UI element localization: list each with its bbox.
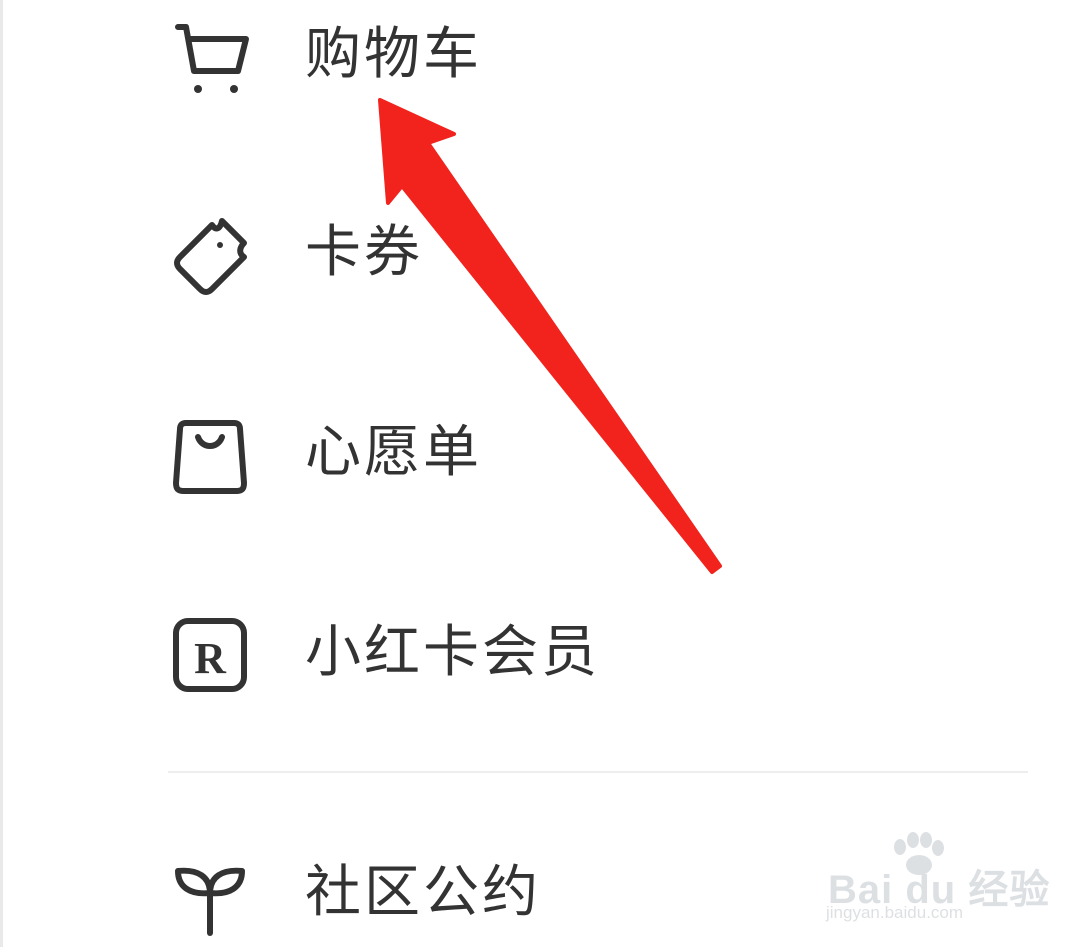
member-r-letter: R bbox=[194, 634, 227, 683]
shopping-cart-icon bbox=[160, 5, 260, 105]
ticket-icon bbox=[160, 203, 260, 303]
menu-item-red-card-membership[interactable]: R 小红卡会员 bbox=[160, 598, 980, 708]
menu-item-coupons-label: 卡券 bbox=[305, 220, 423, 285]
menu-item-community-guidelines-label: 社区公约 bbox=[305, 860, 541, 925]
section-divider bbox=[168, 771, 1028, 773]
menu-item-wishlist-label: 心愿单 bbox=[305, 420, 482, 485]
sprout-icon bbox=[160, 843, 260, 943]
menu-item-wishlist[interactable]: 心愿单 bbox=[160, 398, 980, 508]
menu-item-cart[interactable]: 购物车 bbox=[160, 0, 980, 110]
shopping-bag-icon bbox=[160, 403, 260, 503]
menu-item-coupons[interactable]: 卡券 bbox=[160, 198, 980, 308]
member-r-icon: R bbox=[160, 603, 260, 703]
menu-item-red-card-membership-label: 小红卡会员 bbox=[305, 620, 600, 685]
menu-item-community-guidelines[interactable]: 社区公约 bbox=[160, 838, 980, 948]
screen-left-edge bbox=[0, 0, 3, 947]
menu-item-cart-label: 购物车 bbox=[305, 22, 482, 87]
